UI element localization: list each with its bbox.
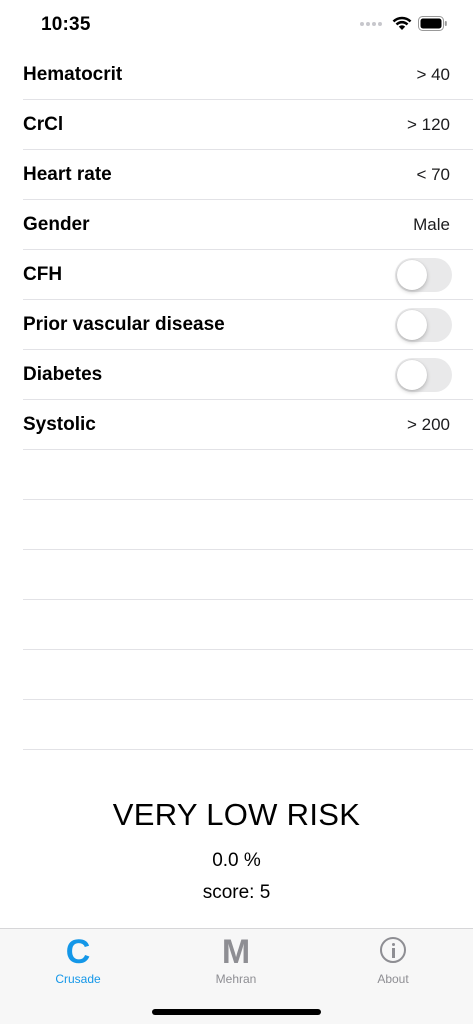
row-value: < 70 [416,165,450,184]
cfh-toggle[interactable] [395,258,452,292]
tab-mehran[interactable]: M Mehran [176,935,296,986]
signal-icon [360,21,382,26]
row-value: > 200 [406,415,450,434]
status-bar: 10:35 [0,0,473,50]
row-label: CFH [23,264,63,285]
row-label: Gender [23,214,90,235]
battery-icon [418,16,447,31]
row-value: Male [413,215,450,234]
row-gender[interactable]: Gender Male [0,200,473,250]
tab-label: Mehran [215,972,257,986]
row-label: CrCl [23,114,64,135]
row-label: Prior vascular disease [23,314,225,335]
row-heart-rate[interactable]: Heart rate < 70 [0,150,473,200]
row-systolic[interactable]: Systolic > 200 [0,400,473,450]
empty-row [0,650,473,700]
empty-row [0,500,473,550]
home-indicator [152,1009,321,1015]
toggle-knob [397,260,427,290]
risk-score: score: 5 [202,882,271,903]
row-label: Hematocrit [23,64,123,85]
risk-label: VERY LOW RISK [112,797,361,832]
status-time: 10:35 [41,14,91,35]
row-value: > 40 [416,65,450,84]
tab-label: Crusade [55,972,101,986]
row-crcl[interactable]: CrCl > 120 [0,100,473,150]
tab-crusade[interactable]: C Crusade [18,935,138,986]
row-hematocrit[interactable]: Hematocrit > 40 [0,50,473,100]
parameter-list: Hematocrit > 40 CrCl > 120 Heart rate < … [0,50,473,750]
row-label: Systolic [23,414,96,435]
row-label: Heart rate [23,164,112,185]
risk-percent: 0.0 % [212,850,261,871]
row-value: > 120 [406,115,450,134]
toggle-knob [397,310,427,340]
info-icon [333,935,453,969]
empty-row [0,450,473,500]
row-label: Diabetes [23,364,103,385]
toggle-knob [397,360,427,390]
mehran-icon: M [221,933,251,971]
empty-row [0,600,473,650]
row-diabetes: Diabetes [0,350,473,400]
empty-row [0,700,473,750]
empty-row [0,550,473,600]
tab-about[interactable]: About [333,935,453,986]
wifi-icon [392,16,412,30]
prior-vascular-disease-toggle[interactable] [395,308,452,342]
tab-label: About [377,972,409,986]
crusade-icon: C [65,933,91,971]
status-icons [360,16,448,31]
diabetes-toggle[interactable] [395,358,452,392]
row-prior-vascular-disease: Prior vascular disease [0,300,473,350]
row-cfh: CFH [0,250,473,300]
